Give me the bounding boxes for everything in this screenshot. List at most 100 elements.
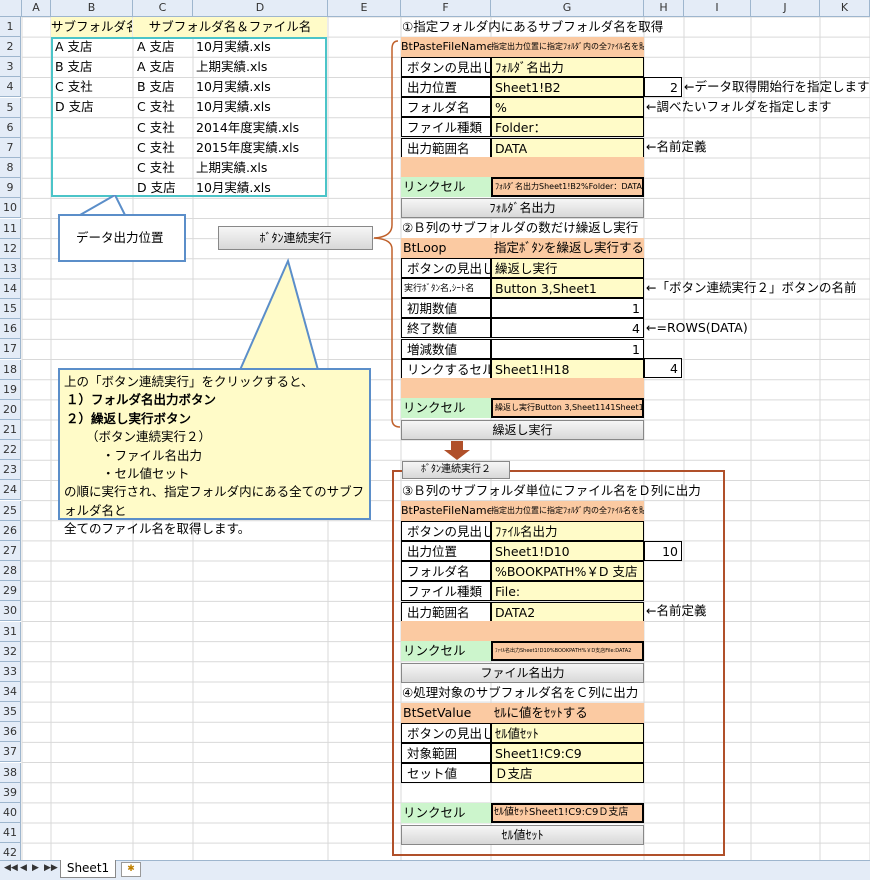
row-header[interactable]: 13 xyxy=(0,258,21,279)
sec2-link-label[interactable]: リンクセル xyxy=(401,398,491,418)
param-value[interactable]: ﾌｫﾙﾀﾞ名出力 xyxy=(491,57,644,77)
row-header[interactable]: 14 xyxy=(0,278,21,299)
sec4-link-value[interactable]: ｾﾙ値ｾｯﾄSheet1!C9:C9Ｄ支店 xyxy=(491,803,644,823)
run-buttons-button[interactable]: ﾎﾞﾀﾝ連続実行 xyxy=(218,226,373,250)
column-header[interactable]: K xyxy=(820,0,870,17)
row-header[interactable]: 2 xyxy=(0,37,21,58)
column-header[interactable]: J xyxy=(751,0,820,17)
cell-d[interactable]: 10月実績.xls xyxy=(196,97,326,117)
tab-sheet1[interactable]: Sheet1 xyxy=(60,860,116,878)
row-header[interactable]: 20 xyxy=(0,399,21,420)
sec2-link-value[interactable]: 繰返し実行Button 3,Sheet1141Sheet1!H18 xyxy=(491,398,644,418)
sec2-header-note[interactable]: 指定ﾎﾞﾀﾝを繰返し実行する xyxy=(491,238,644,258)
param-value[interactable]: DATA xyxy=(491,137,644,158)
cell-b[interactable]: D 支店 xyxy=(55,97,131,117)
row-header[interactable]: 19 xyxy=(0,379,21,400)
tab-nav-first-icon[interactable]: ◀◀ xyxy=(4,863,18,873)
column-header[interactable]: E xyxy=(328,0,401,17)
param-value[interactable]: % xyxy=(491,97,644,118)
sec4-header[interactable]: BtSetValue xyxy=(401,703,491,723)
param-label[interactable]: 実行ﾎﾞﾀﾝ名,ｼｰﾄ名 xyxy=(401,278,491,299)
cell-b[interactable]: C 支社 xyxy=(55,77,131,97)
cell-c[interactable]: C 支社 xyxy=(137,158,193,178)
param-value[interactable]: 4 xyxy=(491,318,644,339)
row-header[interactable]: 3 xyxy=(0,57,21,78)
param-label[interactable]: 終了数値 xyxy=(401,318,491,339)
sec3-header[interactable]: BtPasteFileName xyxy=(401,501,491,521)
row-header[interactable]: 33 xyxy=(0,661,21,682)
row-header[interactable]: 37 xyxy=(0,742,21,763)
cell-d[interactable]: 10月実績.xls xyxy=(196,37,326,57)
row-header[interactable]: 21 xyxy=(0,420,21,440)
row-header[interactable]: 22 xyxy=(0,440,21,461)
param-label[interactable]: ボタンの見出し xyxy=(401,258,491,278)
row-header[interactable]: 15 xyxy=(0,299,21,320)
column-header[interactable]: G xyxy=(491,0,644,17)
cell-c[interactable]: C 支社 xyxy=(137,138,193,158)
param-value[interactable]: 1 xyxy=(491,298,644,319)
row-header[interactable]: 31 xyxy=(0,621,21,642)
param-label[interactable]: フォルダ名 xyxy=(401,97,491,118)
param-label[interactable]: ボタンの見出し xyxy=(401,521,491,541)
row-header[interactable]: 12 xyxy=(0,238,21,259)
param-label[interactable]: セット値 xyxy=(401,763,491,784)
row-header[interactable]: 26 xyxy=(0,520,21,541)
param-value[interactable]: ﾌｧｲﾙ名出力 xyxy=(491,521,644,541)
param-value[interactable]: Folder： xyxy=(491,117,644,138)
param-label[interactable]: 出力範囲名 xyxy=(401,137,491,158)
row-header[interactable]: 10 xyxy=(0,198,21,219)
param-label[interactable]: 出力範囲名 xyxy=(401,601,491,622)
new-sheet-icon[interactable]: ✱ xyxy=(121,862,141,877)
param-label[interactable]: 対象範囲 xyxy=(401,743,491,764)
param-label[interactable]: ボタンの見出し xyxy=(401,723,491,743)
param-value[interactable]: 繰返し実行 xyxy=(491,258,644,278)
row-header[interactable]: 35 xyxy=(0,702,21,723)
row-header[interactable]: 38 xyxy=(0,762,21,783)
row-header[interactable]: 42 xyxy=(0,843,21,862)
column-header[interactable]: B xyxy=(51,0,133,17)
cell-c[interactable]: A 支店 xyxy=(137,37,193,57)
param-label[interactable]: 増減数値 xyxy=(401,338,491,359)
cell-b[interactable]: B 支店 xyxy=(55,57,131,77)
file-output-button[interactable]: ファイル名出力 xyxy=(401,663,644,683)
set-value-button[interactable]: ｾﾙ値ｾｯﾄ xyxy=(401,825,644,845)
row-header[interactable]: 5 xyxy=(0,97,21,118)
row-header[interactable]: 18 xyxy=(0,359,21,380)
column-header[interactable]: H xyxy=(644,0,684,17)
sec3-header-note[interactable]: 指定出力位置に指定ﾌｫﾙﾀﾞ内の全ﾌｧｲﾙ名を貼付 xyxy=(491,501,644,521)
sec3-link-value[interactable]: ﾌｧｲﾙ名出力Sheet1!D10%BOOKPATH%￥D支店File:DATA… xyxy=(491,641,644,661)
row-header[interactable]: 1 xyxy=(0,17,21,37)
column-header[interactable]: C xyxy=(133,0,193,17)
sec4-header-note[interactable]: ｾﾙに値をｾｯﾄする xyxy=(491,703,644,723)
sec1-link-label[interactable]: リンクセル xyxy=(401,177,491,197)
column-header[interactable]: A xyxy=(22,0,51,17)
sec1-header[interactable]: BtPasteFileName xyxy=(401,37,491,57)
param-label[interactable]: 出力位置 xyxy=(401,77,491,98)
param-value[interactable]: File: xyxy=(491,581,644,602)
column-header[interactable]: F xyxy=(401,0,491,17)
column-header[interactable]: I xyxy=(684,0,751,17)
sec3-link-label[interactable]: リンクセル xyxy=(401,641,491,661)
row-header[interactable]: 30 xyxy=(0,601,21,622)
row-header[interactable]: 6 xyxy=(0,117,21,138)
cell-d[interactable]: 上期実績.xls xyxy=(196,57,326,77)
param-label[interactable]: フォルダ名 xyxy=(401,561,491,582)
row-header[interactable]: 41 xyxy=(0,823,21,843)
param-value[interactable]: Sheet1!B2 xyxy=(491,77,644,98)
select-all-corner[interactable] xyxy=(0,0,22,17)
cell-d[interactable]: 2014年度実績.xls xyxy=(196,118,326,138)
param-value[interactable]: Button 3,Sheet1 xyxy=(491,278,644,299)
loop-button[interactable]: 繰返し実行 xyxy=(401,420,644,440)
row-header[interactable]: 28 xyxy=(0,561,21,582)
cell-c[interactable]: A 支店 xyxy=(137,57,193,77)
row-header[interactable]: 32 xyxy=(0,641,21,662)
param-label[interactable]: ファイル種類 xyxy=(401,581,491,602)
cell-c[interactable]: C 支社 xyxy=(137,97,193,117)
header-subfolder-file[interactable]: サブフォルダ名＆ファイル名 xyxy=(133,17,327,37)
row-header[interactable]: 17 xyxy=(0,339,21,360)
cell-d[interactable]: 10月実績.xls xyxy=(196,77,326,97)
row-header[interactable]: 16 xyxy=(0,319,21,340)
row-header[interactable]: 24 xyxy=(0,480,21,501)
cell-d[interactable]: 2015年度実績.xls xyxy=(196,138,326,158)
row-header[interactable]: 29 xyxy=(0,581,21,602)
